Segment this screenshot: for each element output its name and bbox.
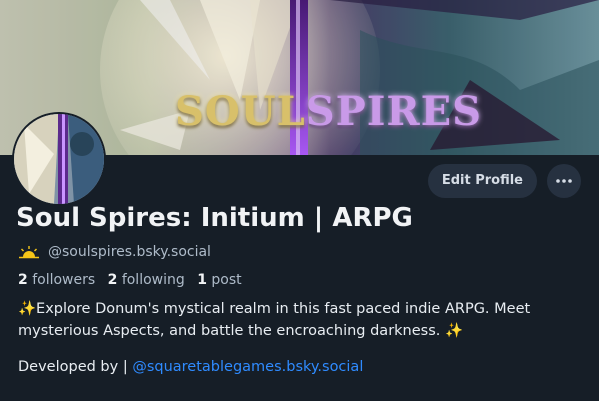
developed-by-label: Developed by — [18, 359, 119, 375]
ellipsis-icon — [556, 179, 572, 183]
handle-row: @soulspires.bsky.social — [18, 244, 211, 260]
following-label: following — [121, 272, 185, 288]
posts-stat: 1 post — [197, 272, 241, 288]
bio-line-1: ✨Explore Donum's mystical realm in this … — [18, 301, 531, 317]
following-count: 2 — [107, 272, 118, 288]
banner-logo-text: SOULSPIRES — [175, 88, 481, 148]
more-options-button[interactable] — [547, 164, 581, 198]
profile-actions: Edit Profile — [427, 164, 581, 198]
avatar-image — [14, 114, 104, 204]
bio-line-2: mysterious Aspects, and battle the encro… — [18, 323, 464, 339]
developer-mention-link[interactable]: @squaretablegames.bsky.social — [132, 359, 363, 375]
profile-bio: ✨Explore Donum's mystical realm in this … — [18, 298, 578, 342]
avatar[interactable] — [12, 112, 106, 206]
edit-profile-button[interactable]: Edit Profile — [427, 164, 537, 198]
profile-stats: 2 followers 2 following 1 post — [18, 272, 242, 288]
banner-logo-part1: SOUL — [175, 88, 306, 135]
posts-label: post — [211, 272, 242, 288]
following-link[interactable]: 2 following — [108, 272, 185, 288]
banner-logo-part2: SPIRES — [305, 88, 483, 135]
followers-label: followers — [32, 272, 96, 288]
handle[interactable]: @soulspires.bsky.social — [48, 244, 211, 260]
display-name: Soul Spires: Initium | ARPG — [16, 203, 413, 233]
followers-link[interactable]: 2 followers — [18, 272, 95, 288]
posts-count: 1 — [197, 272, 207, 288]
developed-by-line: Developed by | @squaretablegames.bsky.so… — [18, 359, 363, 375]
separator: | — [122, 359, 128, 375]
followers-count: 2 — [18, 272, 28, 288]
sunrise-icon — [19, 246, 39, 259]
